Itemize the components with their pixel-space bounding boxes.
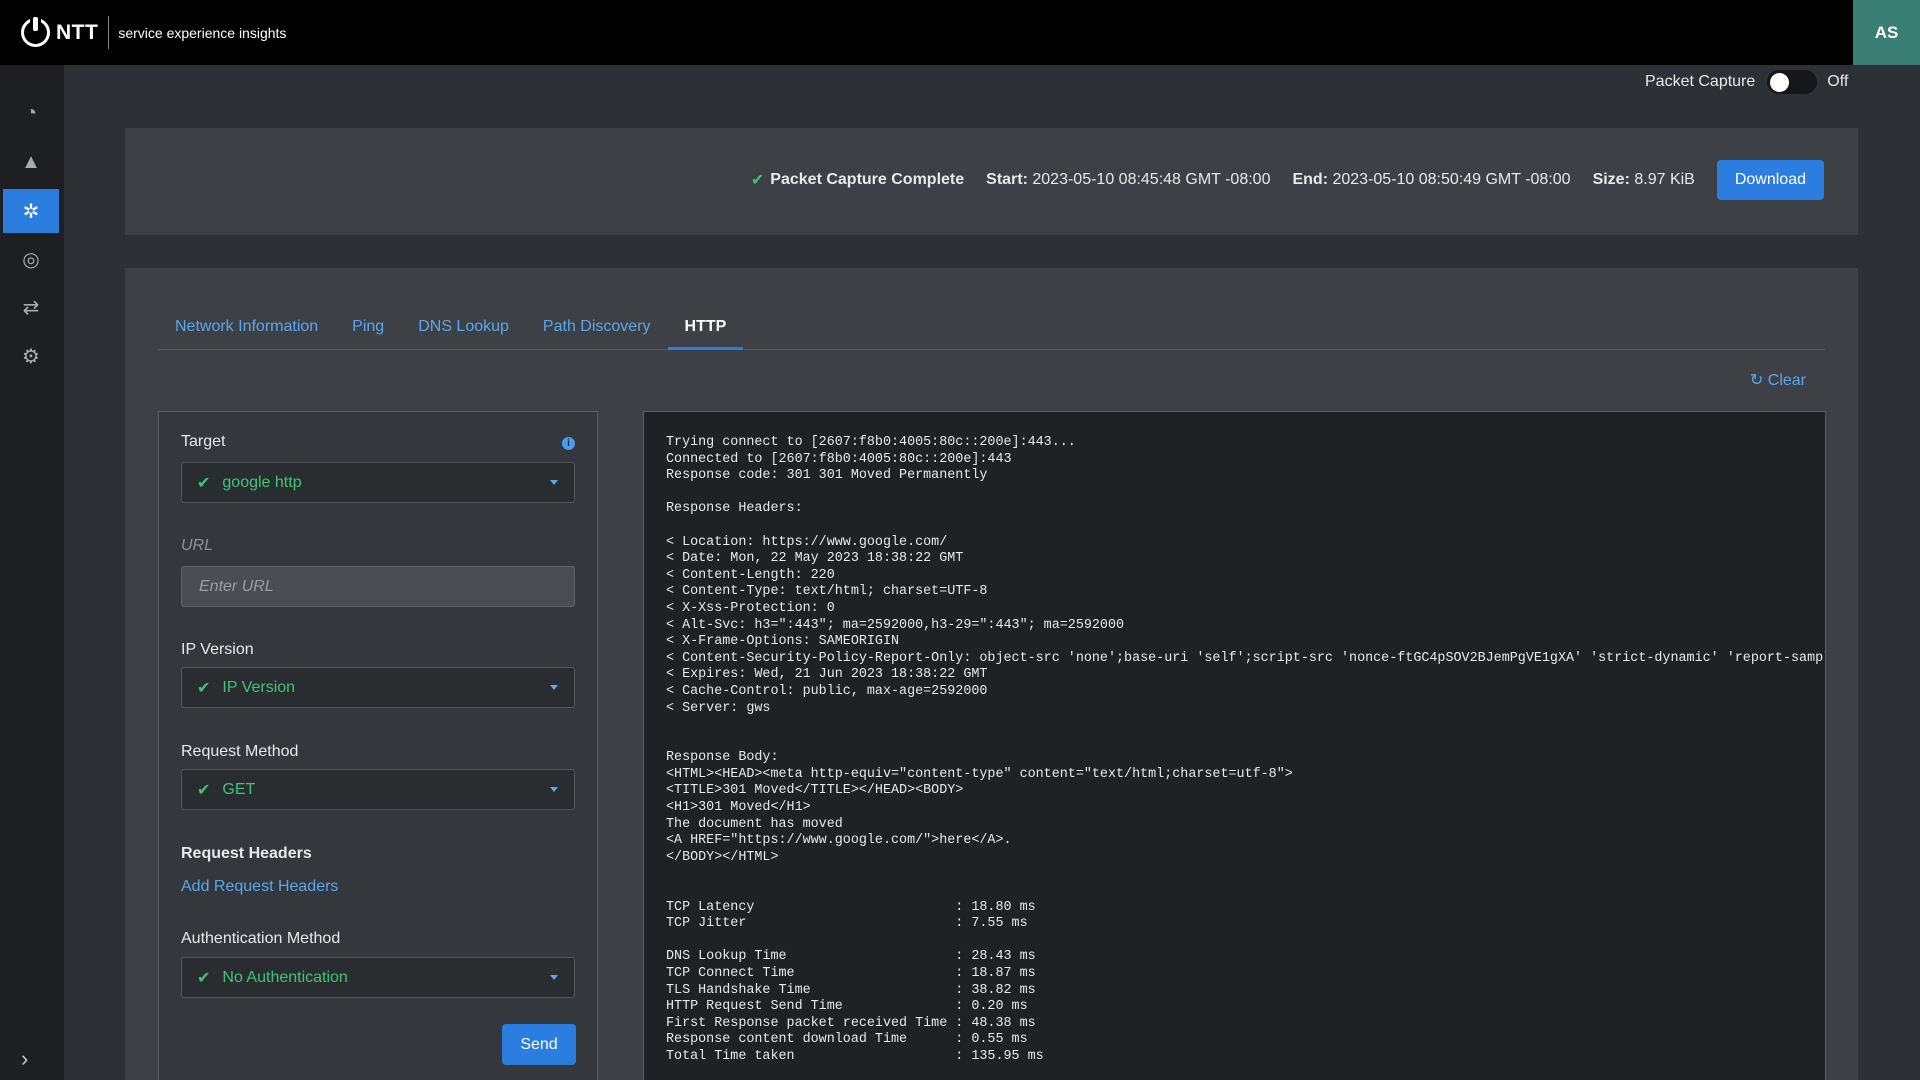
switch-knob	[1770, 73, 1790, 92]
add-request-headers-link[interactable]: Add Request Headers	[181, 878, 338, 896]
check-icon: ✔	[197, 474, 211, 492]
http-output-console[interactable]: Trying connect to [2607:f8b0:4005:80c::2…	[643, 411, 1826, 1080]
http-output-text: Trying connect to [2607:f8b0:4005:80c::2…	[666, 435, 1825, 1064]
target-label: Target	[181, 433, 226, 450]
tab-path-discovery[interactable]: Path Discovery	[526, 304, 668, 350]
brand-subtitle: service experience insights	[118, 24, 287, 41]
request-method-label: Request Method	[181, 743, 299, 760]
brand-logo[interactable]: NTT service experience insights	[21, 16, 287, 49]
check-icon: ✔	[197, 781, 211, 799]
brand-name: NTT	[56, 20, 99, 44]
main-panel: Network Information Ping DNS Lookup Path…	[125, 268, 1858, 1080]
ip-version-value: IP Version	[222, 678, 296, 696]
tab-network-information[interactable]: Network Information	[158, 304, 335, 350]
sidebar-item-alerts[interactable]: ▲	[3, 140, 59, 184]
warning-icon: ▲	[21, 150, 41, 173]
top-bar: NTT service experience insights AS	[0, 0, 1920, 65]
caret-down-icon	[550, 685, 558, 690]
fingerprint-icon: ◎	[22, 248, 40, 271]
check-icon: ✔	[197, 679, 211, 697]
auth-method-value: No Authentication	[222, 968, 348, 986]
auth-method-label: Authentication Method	[181, 930, 341, 947]
check-icon: ✔	[197, 969, 211, 987]
sidebar-item-dashboard[interactable]: ◔	[3, 91, 59, 135]
url-input[interactable]	[181, 566, 575, 607]
check-icon: ✔	[750, 172, 765, 189]
packet-capture-switch[interactable]	[1767, 70, 1818, 94]
target-value: google http	[222, 473, 302, 491]
capture-status-row: ✔ Packet Capture Complete Start: 2023-05…	[751, 160, 1824, 200]
caret-down-icon	[550, 480, 558, 485]
tab-dns-lookup[interactable]: DNS Lookup	[401, 304, 526, 350]
http-request-form: Target i ✔ google http URL IP Version ✔ …	[158, 411, 598, 1080]
sidebar-item-radar[interactable]: ◎	[3, 237, 59, 281]
tab-http[interactable]: HTTP	[667, 304, 744, 350]
end-value: 2023-05-10 08:50:49 GMT -08:00	[1332, 171, 1571, 188]
request-headers-label: Request Headers	[181, 845, 312, 862]
info-icon[interactable]: i	[562, 437, 575, 450]
caret-down-icon	[550, 787, 558, 792]
packet-capture-toggle-group: Packet Capture Off	[1645, 70, 1848, 94]
auth-method-select[interactable]: ✔ No Authentication	[181, 957, 575, 998]
clear-button[interactable]: ↻ Clear	[1750, 370, 1806, 390]
user-avatar[interactable]: AS	[1853, 0, 1920, 65]
sidebar-item-transfers[interactable]: ⇄	[3, 285, 59, 329]
size-value: 8.97 KiB	[1634, 171, 1695, 188]
download-button[interactable]: Download	[1716, 160, 1824, 200]
send-button[interactable]: Send	[502, 1024, 576, 1065]
tab-bar: Network Information Ping DNS Lookup Path…	[158, 304, 1825, 350]
end-label: End:	[1292, 171, 1329, 188]
network-tools-icon: ✲	[22, 200, 40, 223]
url-label: URL	[181, 537, 214, 554]
sidebar-item-troubleshooting[interactable]: ✲	[3, 189, 59, 233]
request-method-select[interactable]: ✔ GET	[181, 769, 575, 810]
ip-version-label: IP Version	[181, 641, 254, 658]
start-label: Start:	[986, 171, 1028, 188]
gear-icon: ⚙	[22, 345, 40, 368]
packet-capture-label: Packet Capture	[1645, 73, 1756, 90]
swap-arrows-icon: ⇄	[22, 296, 40, 319]
target-select[interactable]: ✔ google http	[181, 462, 575, 503]
refresh-icon: ↻	[1749, 372, 1764, 389]
gauge-icon: ◔	[24, 101, 38, 124]
sidebar-item-settings[interactable]: ⚙	[3, 334, 59, 378]
capture-status-title: Packet Capture Complete	[770, 171, 965, 188]
logo-divider	[108, 16, 110, 49]
tab-ping[interactable]: Ping	[335, 304, 401, 350]
packet-capture-state: Off	[1827, 73, 1849, 90]
expand-sidebar-icon[interactable]: ›	[21, 1046, 28, 1072]
capture-status-panel: ✔ Packet Capture Complete Start: 2023-05…	[125, 128, 1858, 235]
start-value: 2023-05-10 08:45:48 GMT -08:00	[1032, 171, 1271, 188]
ip-version-select[interactable]: ✔ IP Version	[181, 667, 575, 708]
power-logo-icon	[21, 17, 50, 47]
size-label: Size:	[1592, 171, 1630, 188]
clear-label: Clear	[1767, 372, 1806, 389]
request-method-value: GET	[222, 780, 256, 798]
caret-down-icon	[550, 975, 558, 980]
sidebar: ◔ ▲ ✲ ◎ ⇄ ⚙ ›	[0, 65, 64, 1080]
